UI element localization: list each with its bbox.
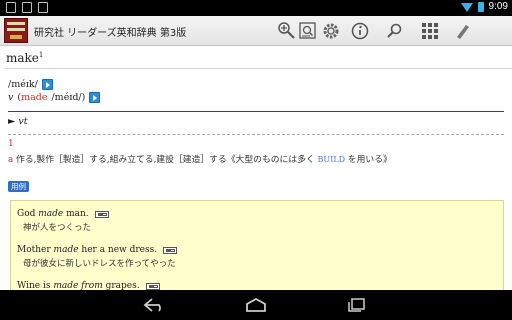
- home-icon[interactable]: [243, 296, 269, 314]
- notification-icons: [6, 2, 48, 13]
- example-japanese: 神が人をつくった: [23, 223, 92, 233]
- example-english: Mother made her a new dress.: [17, 245, 178, 255]
- example-pre: God: [17, 209, 39, 219]
- info-icon[interactable]: [349, 20, 371, 42]
- bookmark-add-icon[interactable]: [276, 20, 298, 42]
- headword: make1: [6, 51, 43, 65]
- copy-example-icon[interactable]: [94, 210, 109, 218]
- sense-text-end: を用いる》: [345, 155, 392, 165]
- headword-text: make: [6, 51, 39, 65]
- grid-icon[interactable]: [419, 20, 441, 42]
- example-item: God made man. 神が人をつくった: [17, 209, 109, 233]
- examples-badge[interactable]: 用例: [8, 181, 29, 192]
- search-underline: [4, 68, 512, 69]
- inflection-pos: v: [8, 91, 14, 103]
- sense-number: 1: [8, 139, 14, 149]
- example-english: God made man.: [17, 209, 109, 219]
- copy-example-icon[interactable]: [145, 282, 160, 290]
- sense-definition: a 作る,製作［製造］する,組み立てる,建設［建造］する《大型のものには多く B…: [8, 152, 392, 165]
- app-logo-icon[interactable]: [4, 18, 28, 43]
- inflection-ipa: /méɪd/): [51, 91, 86, 103]
- example-post: her a new dress.: [78, 245, 158, 255]
- example-emphasis: made: [53, 245, 79, 255]
- pronunciation-row: /méɪk/: [8, 78, 53, 90]
- status-right: 9:09: [460, 1, 508, 12]
- copy-example-icon[interactable]: [163, 246, 178, 254]
- clock: 9:09: [488, 1, 508, 12]
- jump-icon[interactable]: [452, 20, 474, 42]
- inflection-row: v ( made /méɪd/): [8, 91, 101, 103]
- pronunciation-text: /méɪk/: [8, 78, 38, 90]
- photo-icon: [6, 2, 16, 13]
- inflection-form: made: [21, 91, 48, 103]
- wifi-icon: [460, 3, 473, 12]
- settings-gear-icon[interactable]: [320, 20, 342, 42]
- speaker-icon[interactable]: [41, 78, 53, 90]
- shop-icon: [22, 2, 32, 13]
- app-title: 研究社 リーダーズ英和辞典 第3版: [34, 28, 187, 39]
- divider: [8, 111, 504, 112]
- example-japanese: 母が彼女に新しいドレスを作ってやった: [23, 259, 176, 269]
- examples-box: God made man. 神が人をつくった Mother made her a…: [10, 200, 504, 302]
- sense-text: 作る,製作［製造］する,組み立てる,建設［建造］する《大型のものには多く: [13, 155, 318, 165]
- example-pre: Mother: [17, 245, 54, 255]
- example-post: man.: [63, 209, 89, 219]
- back-icon[interactable]: [142, 296, 168, 314]
- navigation-bar: [0, 290, 512, 320]
- action-bar: 研究社 リーダーズ英和辞典 第3版: [0, 16, 512, 46]
- pos-row: ► vt: [8, 116, 28, 127]
- cross-reference-link[interactable]: BUILD: [318, 155, 346, 164]
- search-history-icon[interactable]: [297, 20, 319, 42]
- pos-marker-icon: ►: [8, 116, 16, 127]
- headword-superscript: 1: [38, 51, 44, 59]
- example-item: Mother made her a new dress. 母が彼女に新しいドレス…: [17, 245, 178, 269]
- example-emphasis: made: [38, 209, 64, 219]
- battery-icon: [477, 1, 484, 12]
- search-icon[interactable]: [384, 20, 406, 42]
- pos-label: vt: [18, 116, 28, 127]
- recent-apps-icon[interactable]: [344, 296, 370, 314]
- search-field[interactable]: make1: [0, 47, 512, 69]
- speaker-icon[interactable]: [89, 91, 101, 103]
- shop-icon: [38, 2, 48, 13]
- status-bar: 9:09: [0, 0, 512, 16]
- dashed-divider: [8, 134, 504, 135]
